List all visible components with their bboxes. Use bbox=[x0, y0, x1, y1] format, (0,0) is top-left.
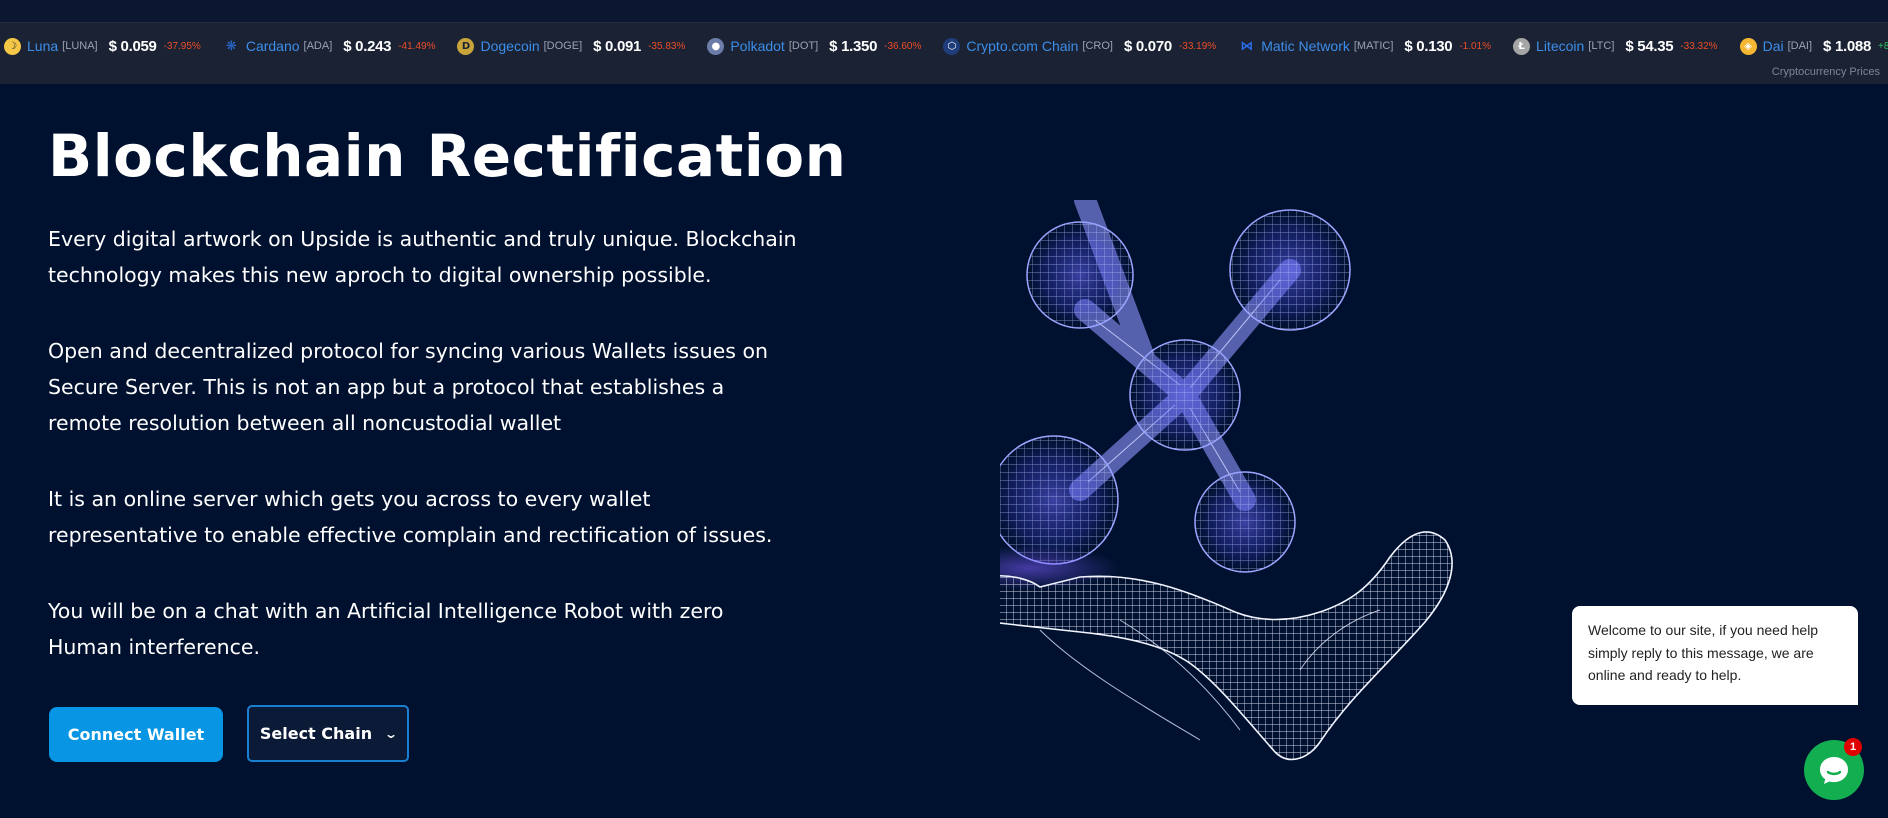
coin-change: -33.32% bbox=[1680, 40, 1718, 52]
coin-price: $ 1.350 bbox=[829, 37, 878, 55]
chat-welcome-message[interactable]: Welcome to our site, if you need help si… bbox=[1572, 606, 1858, 705]
hero-paragraph-2: Open and decentralized protocol for sync… bbox=[48, 339, 769, 435]
ticker-item-cardano[interactable]: ❋ Cardano [ADA] $ 0.243 -41.49% bbox=[223, 38, 436, 55]
coin-symbol: [DOT] bbox=[788, 40, 819, 52]
ticker-item-luna[interactable]: ☽ Luna [LUNA] $ 0.059 -37.95% bbox=[4, 37, 201, 55]
coin-symbol: [DOGE] bbox=[543, 40, 583, 52]
chat-welcome-text: Welcome to our site, if you need help si… bbox=[1588, 622, 1819, 683]
coin-symbol: [LTC] bbox=[1588, 40, 1615, 52]
coin-change: -1.01% bbox=[1459, 40, 1492, 52]
coin-price: $ 0.243 bbox=[343, 37, 392, 55]
ticker-item-dai[interactable]: ◈ Dai [DAI] $ 1.088 +8.33% bbox=[1739, 37, 1888, 55]
chat-notification-badge: 1 bbox=[1844, 738, 1862, 756]
page-title: Blockchain Rectification bbox=[48, 122, 847, 190]
chevron-down-icon: ⌄ bbox=[384, 726, 399, 741]
connect-wallet-label: Connect Wallet bbox=[67, 725, 205, 744]
connect-wallet-button[interactable]: Connect Wallet bbox=[49, 707, 223, 762]
select-chain-dropdown[interactable]: Select Chain ⌄ bbox=[247, 705, 409, 762]
coin-price: $ 1.088 bbox=[1823, 37, 1871, 55]
ticker-credit-link[interactable]: Cryptocurrency Prices bbox=[1772, 66, 1880, 78]
coin-price: $ 54.35 bbox=[1625, 37, 1674, 55]
hero-paragraph-3: It is an online server which gets you ac… bbox=[48, 487, 773, 547]
dai-icon: ◈ bbox=[1739, 37, 1757, 55]
sphere-top-left bbox=[1026, 221, 1134, 329]
select-chain-label: Select Chain bbox=[259, 724, 373, 743]
coin-name[interactable]: Dai bbox=[1763, 38, 1784, 54]
coin-name[interactable]: Cardano bbox=[246, 38, 300, 54]
cro-icon: ⬡ bbox=[943, 37, 961, 55]
coin-symbol: [LUNA] bbox=[62, 40, 98, 52]
hero-paragraph-4: You will be on a chat with an Artificial… bbox=[48, 599, 724, 659]
ticker-footer bbox=[0, 68, 1888, 84]
price-ticker[interactable]: ☽ Luna [LUNA] $ 0.059 -37.95% ❋ Cardano … bbox=[0, 22, 1888, 69]
coin-change: -35.83% bbox=[648, 40, 686, 52]
coin-change: -36.60% bbox=[884, 40, 922, 52]
top-strip: ​ bbox=[0, 0, 1888, 22]
chat-icon bbox=[1820, 757, 1848, 784]
coin-name[interactable]: Crypto.com Chain bbox=[966, 38, 1078, 54]
coin-symbol: [ADA] bbox=[303, 40, 333, 52]
coin-symbol: [DAI] bbox=[1787, 40, 1813, 52]
coin-price: $ 0.070 bbox=[1123, 37, 1172, 55]
matic-icon: ⋈ bbox=[1240, 38, 1254, 54]
coin-change: +8.33% bbox=[1878, 40, 1888, 52]
coin-name[interactable]: Dogecoin bbox=[480, 38, 539, 54]
ticker-item-crypto-com[interactable]: ⬡ Crypto.com Chain [CRO] $ 0.070 -33.19% bbox=[943, 37, 1217, 55]
molecule-hand-illustration bbox=[1000, 200, 1453, 761]
coin-name[interactable]: Matic Network bbox=[1261, 38, 1350, 54]
coin-change: -37.95% bbox=[163, 40, 201, 52]
polkadot-icon: ● bbox=[707, 37, 725, 55]
coin-price: $ 0.059 bbox=[108, 37, 157, 55]
ticker-item-matic[interactable]: ⋈ Matic Network [MATIC] $ 0.130 -1.01% bbox=[1238, 38, 1491, 55]
coin-name[interactable]: Luna bbox=[27, 38, 58, 54]
coin-symbol: [MATIC] bbox=[1353, 40, 1394, 52]
coin-price: $ 0.091 bbox=[593, 37, 642, 55]
coin-change: -33.19% bbox=[1178, 40, 1217, 52]
coin-change: -41.49% bbox=[398, 40, 436, 52]
hero-paragraph-1: Every digital artwork on Upside is authe… bbox=[48, 227, 797, 287]
coin-price: $ 0.130 bbox=[1404, 37, 1453, 55]
luna-icon: ☽ bbox=[4, 37, 21, 55]
coin-symbol: [CRO] bbox=[1082, 40, 1113, 52]
cardano-icon: ❋ bbox=[225, 38, 237, 54]
dogecoin-icon: D bbox=[457, 37, 475, 55]
coin-name[interactable]: Litecoin bbox=[1536, 38, 1584, 54]
ticker-item-litecoin[interactable]: Ł Litecoin [LTC] $ 54.35 -33.32% bbox=[1513, 37, 1718, 55]
coin-name[interactable]: Polkadot bbox=[730, 38, 784, 54]
ticker-item-dogecoin[interactable]: D Dogecoin [DOGE] $ 0.091 -35.83% bbox=[457, 37, 686, 55]
litecoin-icon: Ł bbox=[1513, 37, 1531, 55]
ticker-item-polkadot[interactable]: ● Polkadot [DOT] $ 1.350 -36.60% bbox=[707, 37, 922, 55]
